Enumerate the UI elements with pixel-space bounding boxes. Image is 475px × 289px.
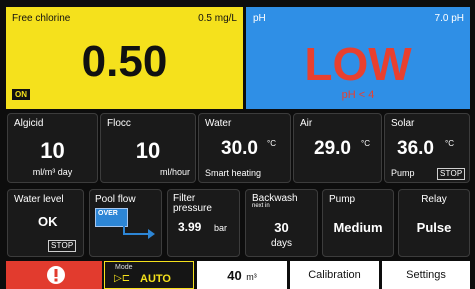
air-temp-value: 29.0	[314, 138, 351, 159]
flocc-unit: ml/hour	[159, 167, 190, 177]
water-heating-mode: Smart heating	[205, 168, 262, 178]
ph-setpoint: 7.0 pH	[434, 13, 464, 24]
exclamation-icon	[47, 266, 65, 284]
filter-pressure-unit: bar	[214, 223, 228, 233]
mode-selector[interactable]: Mode ▷⊏ AUTO	[104, 261, 194, 289]
backwash-days-unit: days	[270, 238, 293, 249]
ph-label: pH	[253, 13, 266, 24]
solar-stop-button[interactable]: STOP	[437, 168, 466, 180]
filter-pressure-value: 3.99	[178, 220, 202, 234]
solar-temp-value: 36.0	[397, 138, 434, 159]
water-level-label: Water level	[14, 194, 64, 205]
water-temp-tile[interactable]: Water 30.0 °C Smart heating	[198, 113, 291, 183]
relay-tile[interactable]: Relay Pulse	[398, 189, 470, 257]
auto-mode-icon: ▷⊏	[114, 273, 131, 284]
ph-alarm-note: pH < 4	[341, 89, 375, 101]
backwash-next-in-label: next in	[252, 203, 270, 209]
calibration-label: Calibration	[308, 269, 361, 281]
backwash-days-value: 30	[274, 220, 289, 235]
free-chlorine-tile[interactable]: Free chlorine 0.5 mg/L 0.50 ON	[6, 7, 243, 109]
water-label: Water	[205, 118, 232, 129]
water-temp-value: 30.0	[221, 138, 258, 159]
relay-mode-value: Pulse	[416, 220, 452, 235]
flocc-value: 10	[135, 138, 161, 163]
pump-tile[interactable]: Pump Medium	[322, 189, 394, 257]
algicid-label: Algicid	[14, 118, 44, 129]
flow-arrow-icon	[123, 220, 155, 239]
water-temp-unit: °C	[267, 139, 276, 148]
algicid-unit: ml/m³ day	[32, 167, 73, 177]
free-chlorine-label: Free chlorine	[12, 13, 71, 24]
backwash-tile[interactable]: Backwash next in 30 days	[245, 189, 318, 257]
settings-label: Settings	[406, 269, 446, 281]
water-level-value: OK	[38, 214, 58, 229]
pump-speed-value: Medium	[333, 220, 383, 235]
relay-label: Relay	[421, 194, 447, 205]
free-chlorine-value: 0.50	[81, 37, 168, 86]
air-temp-unit: °C	[361, 139, 370, 148]
water-level-tile[interactable]: Water level OK STOP	[7, 189, 84, 257]
water-level-stop-button[interactable]: STOP	[48, 240, 77, 252]
settings-button[interactable]: Settings	[382, 261, 470, 289]
alarm-button[interactable]	[6, 261, 102, 289]
ph-status-value: LOW	[304, 38, 412, 90]
air-label: Air	[300, 118, 313, 129]
mode-label: Mode	[115, 264, 133, 271]
solar-tile[interactable]: Solar 36.0 °C Pump STOP	[384, 113, 470, 183]
volume-button[interactable]: 40 m³	[197, 261, 287, 289]
filter-label-2: pressure	[173, 203, 212, 214]
mode-value: AUTO	[140, 273, 171, 285]
flocc-label: Flocc	[107, 118, 131, 129]
free-chlorine-setpoint: 0.5 mg/L	[198, 13, 237, 24]
flow-over-badge: OVER	[98, 210, 118, 217]
filter-pressure-tile[interactable]: Filter pressure 3.99 bar	[167, 189, 240, 257]
algicid-tile[interactable]: Algicid 10 ml/m³ day	[7, 113, 98, 183]
volume-unit: m³	[246, 272, 257, 282]
algicid-value: 10	[40, 138, 65, 163]
solar-label: Solar	[391, 118, 415, 129]
pump-label: Pump	[329, 194, 356, 205]
chlorine-on-badge: ON	[12, 89, 30, 100]
pool-flow-tile[interactable]: Pool flow OVER	[89, 189, 162, 257]
pool-flow-label: Pool flow	[95, 194, 136, 205]
air-temp-tile[interactable]: Air 29.0 °C	[293, 113, 382, 183]
ph-tile[interactable]: pH 7.0 pH LOW pH < 4	[246, 7, 470, 109]
calibration-button[interactable]: Calibration	[290, 261, 379, 289]
solar-temp-unit: °C	[445, 139, 454, 148]
solar-pump-label: Pump	[391, 168, 415, 178]
flocc-tile[interactable]: Flocc 10 ml/hour	[100, 113, 196, 183]
volume-value: 40	[227, 268, 242, 283]
